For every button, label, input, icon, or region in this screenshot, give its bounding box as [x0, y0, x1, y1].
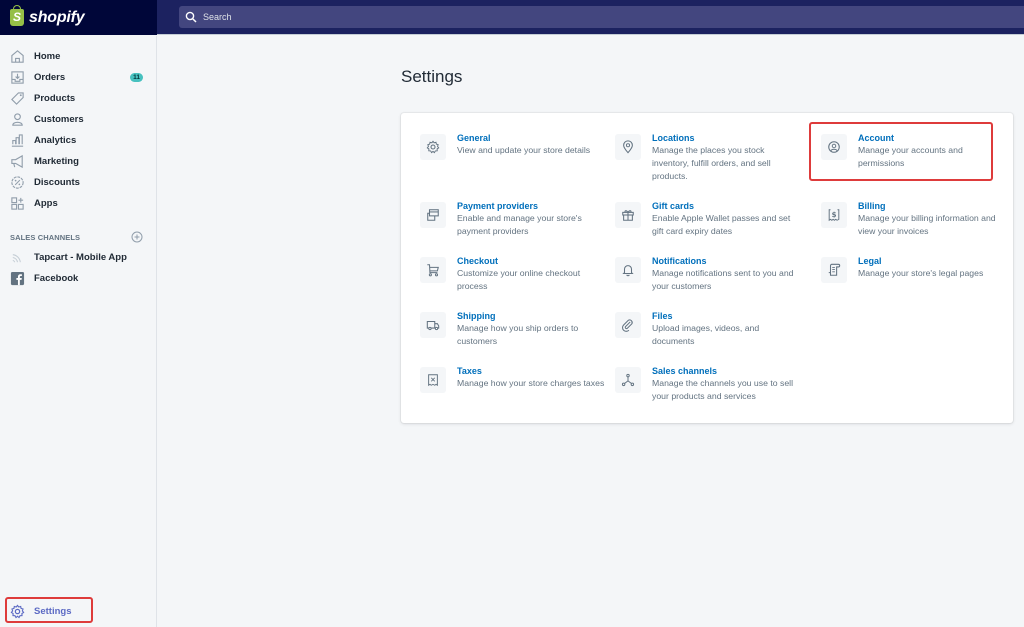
legal-icon [821, 257, 847, 283]
setting-payment-providers[interactable]: Payment providers Enable and manage your … [420, 200, 605, 238]
sidebar-item-home[interactable]: Home [0, 46, 156, 67]
sidebar-item-label: Discounts [34, 177, 80, 188]
account-icon [821, 134, 847, 160]
apps-icon [9, 196, 25, 212]
setting-title[interactable]: Locations [652, 132, 800, 144]
setting-description: Customize your online checkout process [457, 268, 581, 291]
sidebar-channel-tapcart[interactable]: Tapcart - Mobile App [0, 247, 156, 268]
setting-shipping[interactable]: Shipping Manage how you ship orders to cu… [420, 310, 605, 348]
billing-icon: $ [821, 202, 847, 228]
orders-icon [9, 70, 25, 86]
setting-description: Enable Apple Wallet passes and set gift … [652, 213, 791, 236]
home-icon [9, 49, 25, 65]
sidebar-item-products[interactable]: Products [0, 88, 156, 109]
megaphone-icon [9, 154, 25, 170]
brand-name: shopify [29, 8, 85, 26]
svg-text:$: $ [832, 211, 837, 219]
setting-checkout[interactable]: Checkout Customize your online checkout p… [420, 255, 605, 293]
setting-locations[interactable]: Locations Manage the places you stock inv… [615, 132, 800, 183]
setting-gift-cards[interactable]: Gift cards Enable Apple Wallet passes and… [615, 200, 800, 238]
setting-title[interactable]: Shipping [457, 310, 605, 322]
sidebar-item-label: Apps [34, 198, 58, 209]
setting-description: Manage your accounts and permissions [858, 145, 963, 168]
setting-description: Manage the places you stock inventory, f… [652, 145, 771, 181]
setting-description: View and update your store details [457, 145, 591, 155]
sidebar-item-customers[interactable]: Customers [0, 109, 156, 130]
sidebar-item-analytics[interactable]: Analytics [0, 130, 156, 151]
setting-description: Manage how your store charges taxes [457, 378, 605, 388]
sidebar-item-label: Marketing [34, 156, 79, 167]
setting-title[interactable]: General [457, 132, 590, 144]
setting-sales-channels[interactable]: Sales channels Manage the channels you us… [615, 365, 800, 403]
sidebar-item-label: Tapcart - Mobile App [34, 252, 127, 263]
setting-title[interactable]: Checkout [457, 255, 605, 267]
setting-account[interactable]: Account Manage your accounts and permissi… [821, 132, 1006, 170]
setting-title[interactable]: Taxes [457, 365, 604, 377]
sidebar-item-label: Analytics [34, 135, 77, 146]
gear-icon [9, 604, 25, 620]
setting-title[interactable]: Payment providers [457, 200, 605, 212]
payment-icon [420, 202, 446, 228]
sidebar-item-marketing[interactable]: Marketing [0, 151, 156, 172]
shopify-logo[interactable]: S shopify [0, 0, 157, 35]
sidebar-item-label: Customers [34, 114, 84, 125]
setting-description: Manage your billing information and view… [858, 213, 996, 236]
sidebar-item-discounts[interactable]: Discounts [0, 172, 156, 193]
bar-chart-icon [9, 133, 25, 149]
sidebar-item-label: Orders [34, 72, 66, 83]
setting-taxes[interactable]: Taxes Manage how your store charges taxes [420, 365, 605, 393]
sales-channels-heading: SALES CHANNELS [10, 233, 81, 242]
location-pin-icon [615, 134, 641, 160]
sidebar-item-label: Products [34, 93, 76, 104]
person-icon [9, 112, 25, 128]
setting-title[interactable]: Gift cards [652, 200, 800, 212]
setting-description: Enable and manage your store's payment p… [457, 213, 582, 236]
setting-description: Manage your store's legal pages [858, 268, 984, 278]
search-bar[interactable] [179, 6, 1024, 28]
setting-title[interactable]: Sales channels [652, 365, 800, 377]
setting-general[interactable]: General View and update your store detail… [420, 132, 605, 160]
setting-title[interactable]: Account [858, 132, 1006, 144]
top-bar: S shopify [0, 0, 1024, 35]
shopify-bag-icon: S [10, 5, 24, 26]
discount-icon [9, 175, 25, 191]
orders-count-badge: 11 [130, 73, 143, 82]
sidebar-channel-facebook[interactable]: Facebook [0, 268, 156, 289]
gift-icon [615, 202, 641, 228]
setting-description: Upload images, videos, and documents [652, 323, 760, 346]
sidebar-item-label: Settings [34, 606, 72, 617]
tax-icon [420, 367, 446, 393]
setting-title[interactable]: Files [652, 310, 800, 322]
tag-icon [9, 91, 25, 107]
setting-description: Manage the channels you use to sell your… [652, 378, 794, 401]
setting-description: Manage how you ship orders to customers [457, 323, 579, 346]
bell-icon [615, 257, 641, 283]
setting-title[interactable]: Legal [858, 255, 983, 267]
signal-icon [9, 250, 25, 266]
page-title: Settings [401, 67, 463, 86]
sidebar: Home Orders 11 Products Customers Analyt… [0, 36, 157, 627]
setting-legal[interactable]: Legal Manage your store's legal pages [821, 255, 1006, 283]
sidebar-item-settings[interactable]: Settings [0, 601, 156, 622]
gear-icon [420, 134, 446, 160]
setting-title[interactable]: Billing [858, 200, 1006, 212]
channels-icon [615, 367, 641, 393]
sidebar-item-orders[interactable]: Orders 11 [0, 67, 156, 88]
setting-title[interactable]: Notifications [652, 255, 800, 267]
settings-card: General View and update your store detail… [401, 113, 1013, 423]
sidebar-item-label: Facebook [34, 273, 79, 284]
facebook-icon [9, 271, 25, 287]
add-sales-channel-icon[interactable] [131, 231, 143, 243]
paperclip-icon [615, 312, 641, 338]
search-icon [185, 11, 197, 23]
sidebar-item-label: Home [34, 51, 61, 62]
sidebar-item-apps[interactable]: Apps [0, 193, 156, 214]
cart-icon [420, 257, 446, 283]
setting-files[interactable]: Files Upload images, videos, and document… [615, 310, 800, 348]
setting-billing[interactable]: $ Billing Manage your billing information… [821, 200, 1006, 238]
setting-notifications[interactable]: Notifications Manage notifications sent t… [615, 255, 800, 293]
setting-description: Manage notifications sent to you and you… [652, 268, 794, 291]
search-input[interactable] [203, 12, 503, 22]
truck-icon [420, 312, 446, 338]
